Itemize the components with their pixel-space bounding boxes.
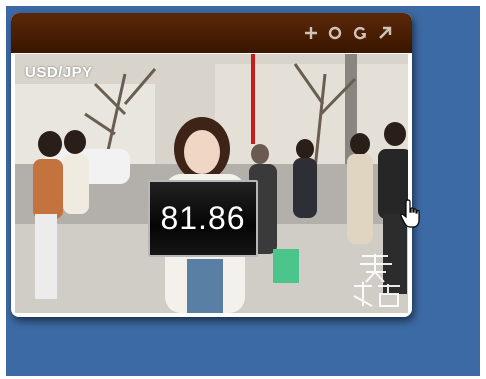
expand-arrow-icon[interactable]: [377, 25, 393, 41]
exchange-rate-value: 81.86: [160, 200, 246, 236]
hand-cursor-icon: [400, 199, 420, 228]
currency-rate-widget[interactable]: USD/JPY 81.86: [11, 13, 412, 317]
widget-titlebar[interactable]: [11, 13, 412, 53]
add-icon[interactable]: [303, 25, 319, 41]
rate-board: 81.86: [148, 180, 258, 257]
background-photo: USD/JPY 81.86: [15, 54, 408, 313]
circle-icon[interactable]: [327, 25, 343, 41]
refresh-icon[interactable]: [352, 25, 368, 41]
brand-logo-icon: [353, 254, 400, 307]
currency-pair-label: USD/JPY: [25, 64, 93, 81]
